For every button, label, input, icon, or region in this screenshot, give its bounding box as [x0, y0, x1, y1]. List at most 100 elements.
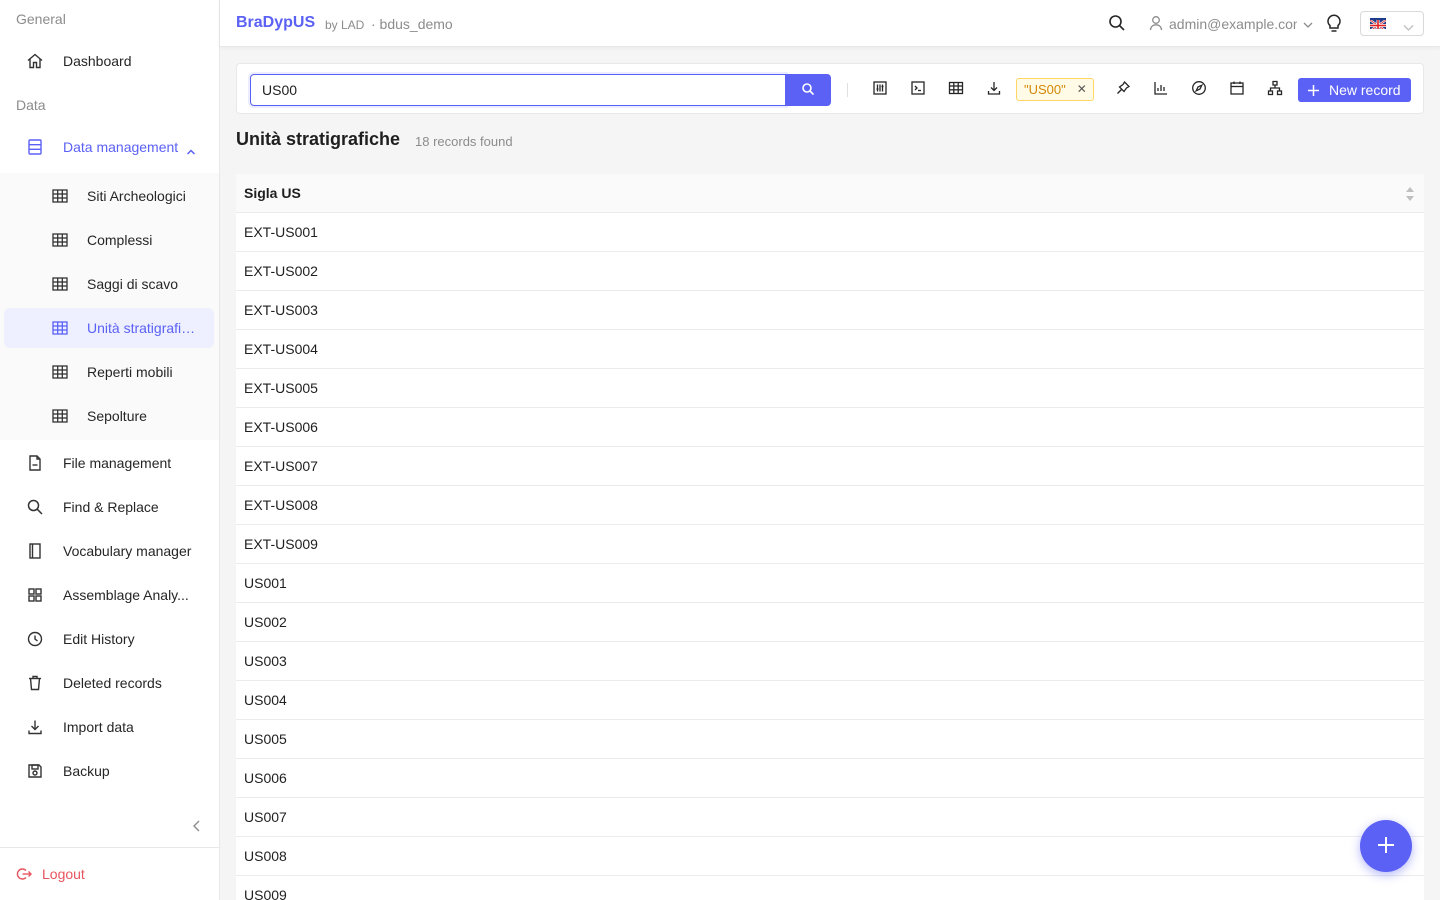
table-row[interactable]: EXT-US004 — [236, 330, 1424, 369]
brand-logo[interactable]: BraDypUS — [236, 14, 315, 32]
sidebar-item-sepolture[interactable]: Sepolture — [4, 396, 214, 436]
trash-icon — [26, 674, 44, 692]
cell-sigla-us: EXT-US008 — [244, 497, 318, 513]
sidebar-item-unita-stratigrafiche[interactable]: Unità stratigrafiche — [4, 308, 214, 348]
sidebar-item-label: File management — [63, 455, 172, 471]
table-row[interactable]: US001 — [236, 564, 1424, 603]
file-icon — [26, 454, 44, 472]
search-toolbar: "US00" ✕ New record — [236, 63, 1424, 114]
search-button[interactable] — [785, 74, 831, 106]
sidebar-item-label: Dashboard — [63, 53, 132, 69]
home-icon — [26, 52, 44, 70]
sidebar-item-vocabulary-manager[interactable]: Vocabulary manager — [0, 531, 219, 571]
cell-sigla-us: US007 — [244, 809, 287, 825]
sidebar-item-assemblage-analysis[interactable]: Assemblage Analy... — [0, 575, 219, 615]
cell-sigla-us: EXT-US002 — [244, 263, 318, 279]
sql-query-button[interactable] — [909, 80, 927, 98]
chevron-down-icon — [1403, 19, 1414, 35]
sidebar-item-import-data[interactable]: Import data — [0, 707, 219, 747]
sidebar-item-label: Import data — [63, 719, 134, 735]
cell-sigla-us: EXT-US001 — [244, 224, 318, 240]
filter-tag-label: "US00" — [1024, 82, 1066, 97]
search-icon — [801, 82, 815, 99]
sidebar-item-dashboard[interactable]: Dashboard — [0, 41, 219, 81]
sidebar-item-edit-history[interactable]: Edit History — [0, 619, 219, 659]
cell-sigla-us: US005 — [244, 731, 287, 747]
table-row[interactable]: EXT-US008 — [236, 486, 1424, 525]
table-row[interactable]: EXT-US002 — [236, 252, 1424, 291]
sidebar-item-deleted-records[interactable]: Deleted records — [0, 663, 219, 703]
chart-button[interactable] — [1152, 80, 1170, 98]
sidebar-item-backup[interactable]: Backup — [0, 751, 219, 791]
table-icon — [51, 319, 69, 337]
export-button[interactable] — [985, 80, 1003, 98]
logout-icon — [16, 866, 32, 885]
toolbar-divider — [847, 83, 848, 97]
sidebar-item-complessi[interactable]: Complessi — [4, 220, 214, 260]
language-select[interactable] — [1360, 11, 1424, 36]
save-icon — [26, 762, 44, 780]
table-row[interactable]: EXT-US003 — [236, 291, 1424, 330]
sidebar-item-saggi-di-scavo[interactable]: Saggi di scavo — [4, 264, 214, 304]
table-row[interactable]: US002 — [236, 603, 1424, 642]
table-row[interactable]: US003 — [236, 642, 1424, 681]
table-row[interactable]: EXT-US006 — [236, 408, 1424, 447]
table-row[interactable]: US008 — [236, 837, 1424, 876]
table-row[interactable]: EXT-US005 — [236, 369, 1424, 408]
user-icon — [1149, 15, 1163, 34]
section-label-data: Data — [16, 97, 46, 113]
table-row[interactable]: US007 — [236, 798, 1424, 837]
cell-sigla-us: EXT-US006 — [244, 419, 318, 435]
cell-sigla-us: US003 — [244, 653, 287, 669]
table-row[interactable]: US009 — [236, 876, 1424, 900]
sidebar-item-find-replace[interactable]: Find & Replace — [0, 487, 219, 527]
map-button[interactable] — [1190, 80, 1208, 98]
logout-button[interactable]: Logout — [0, 847, 219, 900]
database-name: · bdus_demo — [371, 16, 453, 32]
calendar-button[interactable] — [1228, 80, 1246, 98]
table-row[interactable]: EXT-US009 — [236, 525, 1424, 564]
advanced-search-button[interactable] — [871, 80, 889, 98]
cell-sigla-us: US004 — [244, 692, 287, 708]
user-menu[interactable]: admin@example.com — [1149, 14, 1313, 34]
table-row[interactable]: US005 — [236, 720, 1424, 759]
sidebar-item-label: Siti Archeologici — [87, 188, 186, 204]
sidebar-item-reperti-mobili[interactable]: Reperti mobili — [4, 352, 214, 392]
table-icon — [948, 80, 964, 99]
compass-icon — [1191, 80, 1207, 99]
brand-by-label: by LAD — [325, 18, 365, 32]
table-row[interactable]: EXT-US001 — [236, 213, 1424, 252]
collapse-sidebar-button[interactable] — [188, 816, 206, 836]
sidebar-item-data-management[interactable]: Data management — [0, 127, 219, 167]
chevron-left-icon — [188, 820, 206, 839]
active-filter-tag: "US00" ✕ — [1016, 78, 1094, 101]
table-row[interactable]: EXT-US007 — [236, 447, 1424, 486]
sidebar-item-label: Unità stratigrafiche — [87, 320, 199, 336]
column-header-sigla-us[interactable]: Sigla US — [236, 174, 1424, 213]
table-view-button[interactable] — [947, 80, 965, 98]
sidebar-item-label: Find & Replace — [63, 499, 159, 515]
matrix-button[interactable] — [1266, 80, 1284, 98]
search-input[interactable] — [250, 74, 786, 106]
sidebar-item-file-management[interactable]: File management — [0, 443, 219, 483]
sidebar-item-siti-archeologici[interactable]: Siti Archeologici — [4, 176, 214, 216]
page-title: Unità stratigrafiche — [236, 129, 401, 149]
sidebar-item-label: Assemblage Analy... — [63, 587, 189, 603]
new-record-button[interactable]: New record — [1298, 78, 1411, 102]
top-header: BraDypUS by LAD · bdus_demo admin@exampl… — [220, 0, 1440, 47]
table-icon — [51, 231, 69, 249]
table-row[interactable]: US004 — [236, 681, 1424, 720]
header-search-button[interactable] — [1108, 14, 1126, 32]
sidebar-item-label: Reperti mobili — [87, 364, 173, 380]
close-icon[interactable]: ✕ — [1077, 79, 1087, 100]
add-record-fab[interactable] — [1360, 820, 1412, 872]
cell-sigla-us: US008 — [244, 848, 287, 864]
cell-sigla-us: EXT-US003 — [244, 302, 318, 318]
lightbulb-icon — [1325, 14, 1343, 36]
tips-button[interactable] — [1325, 13, 1343, 33]
terminal-icon — [910, 80, 926, 99]
search-icon — [26, 498, 44, 516]
table-row[interactable]: US006 — [236, 759, 1424, 798]
pin-button[interactable] — [1114, 80, 1132, 98]
database-icon — [26, 138, 44, 156]
